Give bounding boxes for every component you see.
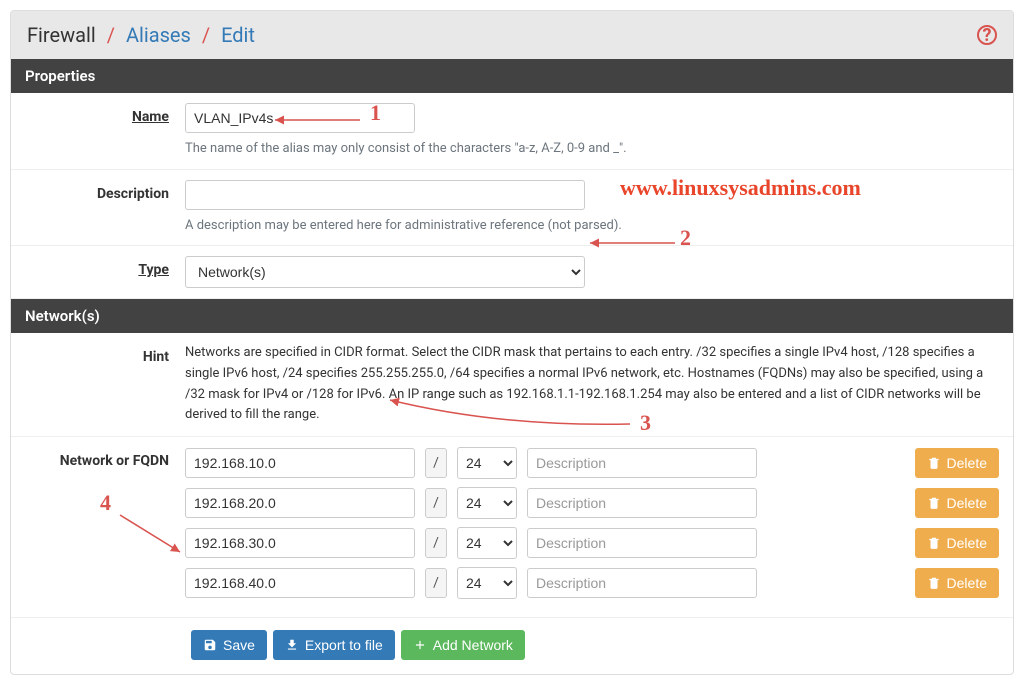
export-label: Export to file xyxy=(305,637,383,653)
label-netfqdn: Network or FQDN xyxy=(25,447,185,469)
cidr-select[interactable]: 24 xyxy=(457,527,517,559)
trash-icon xyxy=(927,496,941,510)
cidr-select[interactable]: 24 xyxy=(457,487,517,519)
action-bar: Save Export to file Add Network xyxy=(11,618,1013,674)
network-description-input[interactable] xyxy=(527,528,757,558)
cidr-slash: / xyxy=(425,528,447,558)
breadcrumb-aliases[interactable]: Aliases xyxy=(126,23,191,47)
download-icon xyxy=(285,638,299,652)
row-hint: Hint Networks are specified in CIDR form… xyxy=(11,333,1013,437)
help-icon[interactable]: ? xyxy=(977,25,997,45)
network-row: / 24 Delete xyxy=(185,447,999,479)
main-panel: Firewall / Aliases / Edit ? Properties N… xyxy=(10,10,1014,675)
breadcrumb-edit[interactable]: Edit xyxy=(221,23,255,47)
network-address-input[interactable] xyxy=(185,488,415,518)
breadcrumb-bar: Firewall / Aliases / Edit ? xyxy=(11,11,1013,59)
trash-icon xyxy=(927,456,941,470)
trash-icon xyxy=(927,576,941,590)
export-button[interactable]: Export to file xyxy=(273,630,395,660)
row-type: Type Network(s) xyxy=(11,246,1013,299)
label-hint: Hint xyxy=(25,343,185,365)
row-name: Name The name of the alias may only cons… xyxy=(11,93,1013,170)
description-input[interactable] xyxy=(185,180,585,210)
label-name: Name xyxy=(25,103,185,125)
name-input[interactable] xyxy=(185,103,415,133)
network-row: / 24 Delete xyxy=(185,567,999,599)
label-type: Type xyxy=(25,256,185,278)
trash-icon xyxy=(927,536,941,550)
delete-button[interactable]: Delete xyxy=(915,568,999,598)
breadcrumb-sep: / xyxy=(107,23,115,47)
row-description: Description A description may be entered… xyxy=(11,170,1013,247)
save-label: Save xyxy=(223,637,255,653)
network-address-input[interactable] xyxy=(185,448,415,478)
plus-icon xyxy=(413,638,427,652)
name-help: The name of the alias may only consist o… xyxy=(185,139,999,159)
cidr-slash: / xyxy=(425,488,447,518)
cidr-select[interactable]: 24 xyxy=(457,567,517,599)
section-properties-header: Properties xyxy=(11,59,1013,93)
network-description-input[interactable] xyxy=(527,488,757,518)
breadcrumb-root: Firewall xyxy=(27,23,96,47)
network-row: / 24 Delete xyxy=(185,487,999,519)
section-networks-header: Network(s) xyxy=(11,299,1013,333)
label-description: Description xyxy=(25,180,185,202)
breadcrumb-sep: / xyxy=(202,23,210,47)
breadcrumb: Firewall / Aliases / Edit xyxy=(27,23,255,47)
row-networks: Network or FQDN / 24 Delete / 24 Delete / 24 Del… xyxy=(11,437,1013,618)
delete-label: Delete xyxy=(947,575,987,591)
network-description-input[interactable] xyxy=(527,448,757,478)
delete-label: Delete xyxy=(947,535,987,551)
save-icon xyxy=(203,638,217,652)
network-row: / 24 Delete xyxy=(185,527,999,559)
delete-button[interactable]: Delete xyxy=(915,448,999,478)
cidr-slash: / xyxy=(425,568,447,598)
delete-button[interactable]: Delete xyxy=(915,488,999,518)
cidr-select[interactable]: 24 xyxy=(457,447,517,479)
save-button[interactable]: Save xyxy=(191,630,267,660)
add-network-button[interactable]: Add Network xyxy=(401,630,525,660)
network-address-input[interactable] xyxy=(185,568,415,598)
type-select[interactable]: Network(s) xyxy=(185,256,585,288)
delete-label: Delete xyxy=(947,495,987,511)
delete-button[interactable]: Delete xyxy=(915,528,999,558)
network-address-input[interactable] xyxy=(185,528,415,558)
cidr-slash: / xyxy=(425,448,447,478)
add-label: Add Network xyxy=(433,637,513,653)
description-help: A description may be entered here for ad… xyxy=(185,216,999,236)
network-description-input[interactable] xyxy=(527,568,757,598)
hint-text: Networks are specified in CIDR format. S… xyxy=(185,343,999,426)
delete-label: Delete xyxy=(947,455,987,471)
